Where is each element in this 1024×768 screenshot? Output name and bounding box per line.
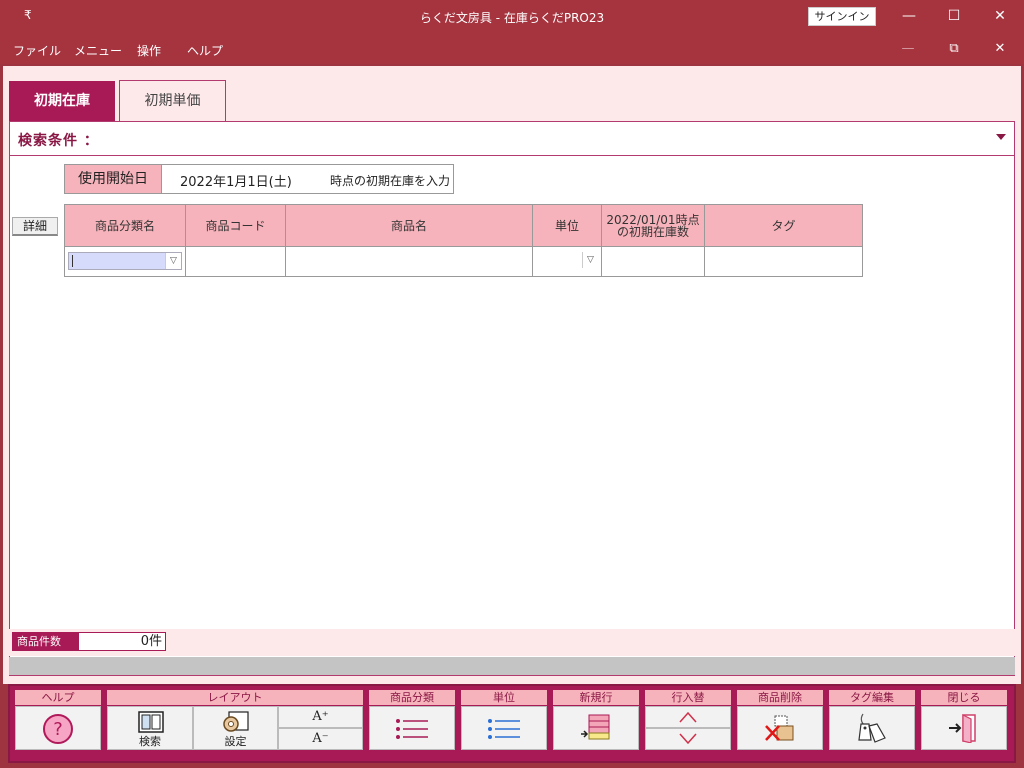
- doc-close-icon[interactable]: ✕: [985, 39, 1015, 59]
- signin-button[interactable]: サインイン: [808, 7, 876, 26]
- column-header-tag[interactable]: タグ: [704, 204, 863, 247]
- layout-search-button[interactable]: 検索: [107, 706, 193, 750]
- initial-stock-cell[interactable]: [601, 246, 705, 277]
- column-header-name[interactable]: 商品名: [285, 204, 533, 247]
- start-date-box: 使用開始日 2022年1月1日(土) 時点の初期在庫を入力: [64, 164, 454, 194]
- tag-edit-button[interactable]: [829, 706, 915, 750]
- count-row: 商品件数 0件: [9, 629, 1015, 656]
- maximize-icon[interactable]: ☐: [939, 5, 969, 27]
- font-decrease-button[interactable]: A⁻: [278, 728, 363, 750]
- start-date-value: 2022年1月1日(土): [180, 175, 292, 190]
- minimize-icon[interactable]: —: [894, 5, 924, 27]
- new-row-icon: [581, 714, 610, 740]
- tag-icon: [858, 713, 886, 743]
- move-down-button[interactable]: [645, 728, 731, 750]
- stock-grid: 商品分類名 商品コード 商品名 単位 2022/01/01時点の初期在庫数 タグ…: [64, 204, 863, 277]
- move-up-button[interactable]: [645, 706, 731, 728]
- code-cell[interactable]: [185, 246, 286, 277]
- delete-product-icon: [765, 715, 794, 741]
- name-cell[interactable]: [285, 246, 533, 277]
- content-area: 初期在庫 初期単価 検索条件 ： 使用開始日 2022年1月1日(土) 時点の初…: [3, 66, 1021, 684]
- layout-search-label: 検索: [139, 735, 161, 748]
- svg-text:?: ?: [53, 719, 63, 740]
- exit-door-icon: [949, 714, 976, 744]
- category-group-label: 商品分類: [369, 690, 455, 705]
- column-header-unit[interactable]: 単位: [532, 204, 602, 247]
- tag-cell[interactable]: [704, 246, 863, 277]
- menu-file[interactable]: ファイル: [13, 42, 61, 59]
- unit-list-icon: [488, 719, 520, 739]
- layout-settings-label: 設定: [224, 735, 247, 748]
- font-increase-button[interactable]: A⁺: [278, 706, 363, 728]
- start-date-label: 使用開始日: [65, 165, 162, 193]
- table-row: ▽ ▽: [64, 246, 863, 277]
- font-decrease-icon: A⁻: [312, 731, 329, 746]
- unit-group-label: 単位: [461, 690, 547, 705]
- category-button[interactable]: [369, 706, 455, 750]
- font-size-group: A⁺ A⁻: [278, 706, 363, 750]
- detail-button[interactable]: 詳細: [12, 217, 58, 236]
- search-conditions-label: 検索条件 ：: [18, 133, 99, 149]
- unit-button[interactable]: [461, 706, 547, 750]
- menu-bar: ファイル メニュー 操作 ヘルプ — ⧉ ✕: [0, 34, 1024, 64]
- panel-layout-icon: [138, 711, 164, 733]
- reorder-buttons: [645, 706, 731, 750]
- tab-initial-stock[interactable]: 初期在庫: [9, 81, 115, 122]
- close-icon[interactable]: ✕: [985, 5, 1015, 27]
- start-date-suffix: 時点の初期在庫を入力: [330, 174, 451, 188]
- menu-operation[interactable]: 操作: [137, 42, 161, 59]
- expand-caret-icon[interactable]: [996, 134, 1006, 140]
- unit-combobox[interactable]: ▽: [536, 252, 598, 270]
- delete-group-label: 商品削除: [737, 690, 823, 705]
- doc-restore-icon[interactable]: ⧉: [939, 39, 969, 59]
- menu-help[interactable]: ヘルプ: [187, 42, 223, 59]
- category-cell[interactable]: ▽: [64, 246, 186, 277]
- close-group-label: 閉じる: [921, 690, 1007, 705]
- new-row-group-label: 新規行: [553, 690, 639, 705]
- doc-minimize-icon[interactable]: —: [893, 39, 923, 59]
- bottom-toolbar: ヘルプ ? レイアウト 検索 設定 A⁺ A⁻ 商品分類 単位 新規行 行入替 …: [8, 684, 1016, 763]
- unit-cell[interactable]: ▽: [532, 246, 602, 277]
- column-header-category[interactable]: 商品分類名: [64, 204, 186, 247]
- arrow-up-icon: [679, 711, 697, 723]
- text-cursor: [72, 255, 73, 267]
- column-header-initial-stock[interactable]: 2022/01/01時点の初期在庫数: [601, 204, 705, 247]
- category-combobox[interactable]: ▽: [68, 252, 182, 270]
- stock-panel: 検索条件 ： 使用開始日 2022年1月1日(土) 時点の初期在庫を入力 詳細 …: [9, 121, 1015, 676]
- arrow-down-icon: [679, 733, 697, 745]
- tab-initial-price[interactable]: 初期単価: [119, 80, 226, 122]
- tag-edit-group-label: タグ編集: [829, 690, 915, 705]
- font-increase-icon: A⁺: [312, 709, 329, 724]
- help-question-icon: ?: [43, 714, 73, 744]
- item-count-label: 商品件数: [12, 632, 78, 651]
- chevron-down-icon[interactable]: ▽: [165, 253, 181, 269]
- settings-gear-icon: [223, 711, 249, 732]
- reorder-group-label: 行入替: [645, 690, 731, 705]
- horizontal-scrollbar[interactable]: [9, 657, 1015, 675]
- category-list-icon: [396, 719, 428, 739]
- close-button[interactable]: [921, 706, 1007, 750]
- chevron-down-icon[interactable]: ▽: [582, 252, 598, 268]
- title-bar: ₹ らくだ文房具 - 在庫らくだPRO23 サインイン — ☐ ✕: [0, 0, 1024, 34]
- help-group-label: ヘルプ: [15, 690, 101, 705]
- new-row-button[interactable]: [553, 706, 639, 750]
- search-conditions-bar[interactable]: 検索条件 ：: [10, 122, 1014, 156]
- delete-product-button[interactable]: [737, 706, 823, 750]
- layout-group-label: レイアウト: [107, 690, 363, 705]
- column-header-code[interactable]: 商品コード: [185, 204, 286, 247]
- item-count-value: 0件: [78, 632, 166, 651]
- menu-menu[interactable]: メニュー: [74, 42, 122, 59]
- layout-settings-button[interactable]: 設定: [193, 706, 278, 750]
- help-button[interactable]: ?: [15, 706, 101, 750]
